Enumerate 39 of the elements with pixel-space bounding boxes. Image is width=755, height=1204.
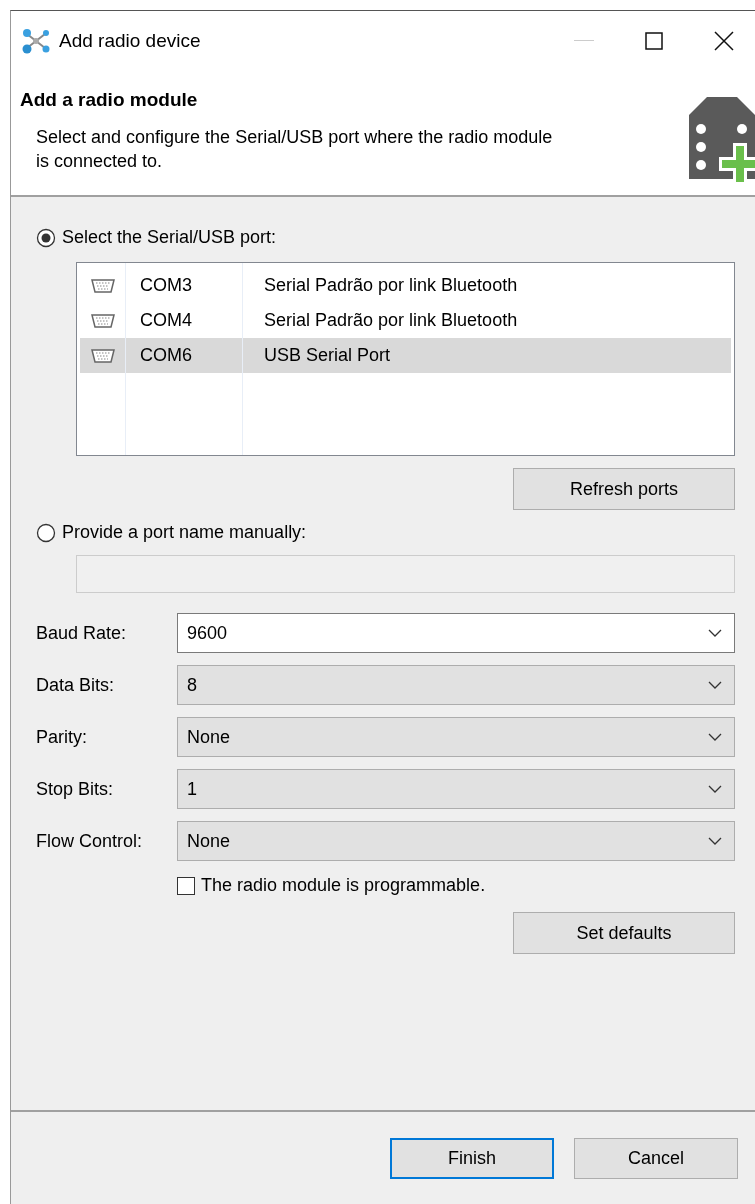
port-description: Serial Padrão por link Bluetooth [263,275,518,296]
programmable-checkbox[interactable]: The radio module is programmable. [177,875,486,896]
serial-port-icon [91,313,115,328]
field-label: Baud Rate: [36,622,128,644]
chevron-down-icon [708,785,722,793]
chevron-down-icon [708,837,722,845]
refresh-ports-button[interactable]: Refresh ports [513,468,735,510]
field-label: Data Bits: [36,674,116,696]
chevron-down-icon [708,629,722,637]
serial-port-icon [91,348,115,363]
header-description: Select and configure the Serial/USB port where the radio module is connected to. [36,126,554,173]
radio-button[interactable]: Provide a port name manually: [36,522,307,543]
dropdown[interactable]: 9600 [177,613,735,653]
maximize-icon [645,32,663,50]
minimize-icon [574,40,594,42]
port-name: COM6 [139,345,193,366]
radio-circle-icon [36,522,56,543]
set-defaults-button[interactable]: Set defaults [513,912,735,954]
app-icon [21,28,51,54]
port-row[interactable]: COM3 Serial Padrão por link Bluetooth [80,268,731,303]
port-row[interactable]: COM6 USB Serial Port [80,338,731,373]
field-label: Flow Control: [36,830,144,852]
finish-button[interactable]: Finish [390,1137,554,1179]
window-title: Add radio device [59,30,202,52]
field-label: Parity: [36,726,88,748]
port-name: COM4 [139,310,193,331]
field-label: Stop Bits: [36,778,115,800]
port-description: Serial Padrão por link Bluetooth [263,310,518,331]
port-row[interactable]: COM4 Serial Padrão por link Bluetooth [80,303,731,338]
chevron-down-icon [708,733,722,741]
cancel-button[interactable]: Cancel [574,1137,738,1179]
serial-port-icon [91,278,115,293]
chevron-down-icon [708,681,722,689]
port-name: COM3 [139,275,193,296]
header-title: Add a radio module [20,89,199,111]
radio-button[interactable]: Select the Serial/USB port: [36,227,277,248]
port-description: USB Serial Port [263,345,391,366]
radio-circle-icon [36,227,56,248]
close-icon [714,31,734,51]
